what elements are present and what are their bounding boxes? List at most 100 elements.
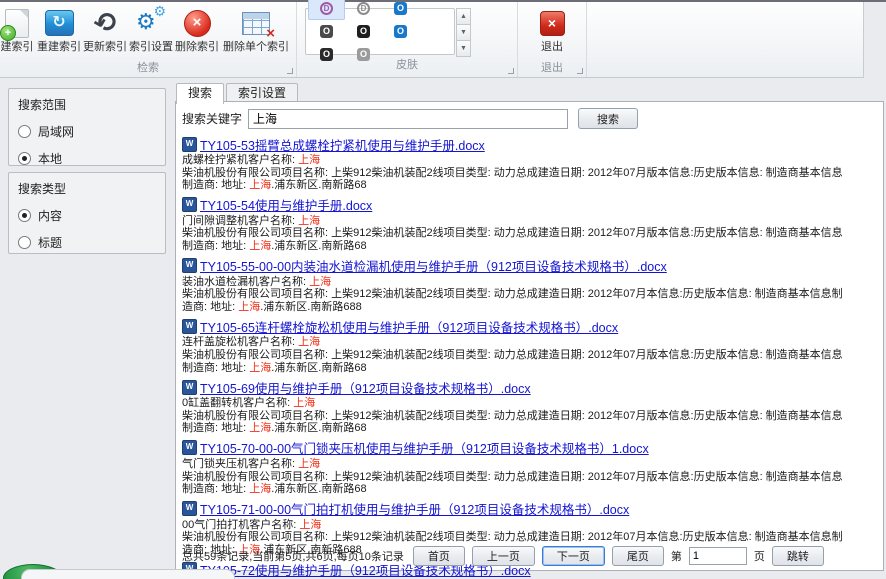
keyword-highlight: 上海 bbox=[249, 483, 271, 495]
page-prefix-label: 第 bbox=[671, 548, 682, 564]
skin-blue-clock[interactable]: O bbox=[382, 0, 419, 20]
search-panel: 搜索关键字 搜索 WTY105-53摇臂总成螺栓拧紧机使用与维护手册.docx成… bbox=[175, 101, 884, 571]
search-result-item: WTY105-70-00-00气门锁夹压机使用与维护手册（912项目设备技术规格… bbox=[182, 440, 879, 496]
keyword-highlight: 上海 bbox=[249, 179, 271, 191]
result-link[interactable]: TY105-53摇臂总成螺栓拧紧机使用与维护手册.docx bbox=[200, 135, 485, 154]
skin-thumbnail-icon: O bbox=[394, 25, 407, 38]
result-description-line: 0缸盖翻转机客户名称: 上海 bbox=[182, 397, 879, 410]
search-type-title: 搜索类型 bbox=[18, 180, 156, 197]
page-suffix-label: 页 bbox=[754, 548, 765, 564]
skin-thumbnail-icon: O bbox=[357, 25, 370, 38]
word-doc-icon: W bbox=[182, 440, 197, 455]
result-link[interactable]: TY105-70-00-00气门锁夹压机使用与维护手册（912项目设备技术规格书… bbox=[200, 438, 649, 457]
skin-gallery-box: DDOOOOOO bbox=[305, 8, 455, 55]
search-scope-group: 搜索范围 局域网 本地 bbox=[8, 88, 166, 166]
result-link[interactable]: TY105-65连杆螺栓旋松机使用与维护手册（912项目设备技术规格书）.doc… bbox=[200, 317, 618, 336]
keyword-highlight: 上海 bbox=[238, 301, 260, 313]
pagination-bar: 总共59条记录,当前第5页,共6页,每页10条记录 首页 上一页 下一页 尾页 … bbox=[182, 546, 824, 566]
word-doc-icon: W bbox=[182, 380, 197, 395]
result-description-line: 制造商: 地址: 上海.浦东新区.南新路68 bbox=[182, 179, 879, 192]
group-label-skin: 皮肤 bbox=[299, 57, 515, 74]
skin-thumbnail-icon: O bbox=[394, 2, 407, 15]
delete-index-icon: × bbox=[184, 5, 211, 41]
radio-circle bbox=[18, 236, 31, 249]
radio-lan[interactable]: 局域网 bbox=[18, 123, 156, 140]
search-type-group: 搜索类型 内容 标题 bbox=[8, 172, 166, 254]
keyword-highlight: 上海 bbox=[249, 422, 271, 434]
rebuild-index-button[interactable]: ↻ 重建索引 bbox=[36, 3, 82, 54]
group-corner-mark bbox=[577, 68, 583, 74]
search-result-item: WTY105-65连杆螺栓旋松机使用与维护手册（912项目设备技术规格书）.do… bbox=[182, 318, 879, 374]
tab-search[interactable]: 搜索 bbox=[176, 83, 224, 104]
create-index-button[interactable]: + 建索引 bbox=[0, 3, 36, 54]
result-description-line: 柴油机股份有限公司项目名称: 上柴912柴油机装配2线项目类型: 动力总成建造日… bbox=[182, 227, 879, 240]
result-description-line: 00气门拍打机客户名称: 上海 bbox=[182, 519, 879, 532]
keyword-highlight: 上海 bbox=[298, 215, 320, 227]
last-page-button[interactable]: 尾页 bbox=[612, 546, 664, 566]
keyword-highlight: 上海 bbox=[298, 458, 320, 470]
word-doc-icon: W bbox=[182, 319, 197, 334]
ribbon-group-exit: × 退出 退出 bbox=[518, 2, 587, 77]
jump-button[interactable]: 跳转 bbox=[772, 546, 824, 566]
rebuild-index-icon: ↻ bbox=[45, 5, 74, 41]
exit-button[interactable]: × 退出 bbox=[529, 3, 575, 54]
result-description-line: 制造商: 地址: 上海.浦东新区.南新路68 bbox=[182, 362, 879, 375]
first-page-button[interactable]: 首页 bbox=[413, 546, 465, 566]
result-link[interactable]: TY105-55-00-00内装油水道检漏机使用与维护手册（912项目设备技术规… bbox=[200, 256, 667, 275]
result-description-line: 门间隙调整机客户名称: 上海 bbox=[182, 215, 879, 228]
search-scope-title: 搜索范围 bbox=[18, 96, 156, 113]
result-link[interactable]: TY105-69使用与维护手册（912项目设备技术规格书）.docx bbox=[200, 378, 531, 397]
result-description-line: 装油水道检漏机客户名称: 上海 bbox=[182, 276, 879, 289]
keyword-highlight: 上海 bbox=[298, 336, 320, 348]
skin-dark-clock-outline[interactable]: O bbox=[308, 20, 345, 43]
result-link[interactable]: TY105-54使用与维护手册.docx bbox=[200, 195, 372, 214]
keyword-highlight: 上海 bbox=[249, 362, 271, 374]
result-description-line: 柴油机股份有限公司项目名称: 上柴912柴油机装配2线项目类型: 动力总成建造日… bbox=[182, 410, 879, 423]
word-doc-icon: W bbox=[182, 197, 197, 212]
result-description-line: 制造商: 地址: 上海.浦东新区.南新路68 bbox=[182, 422, 879, 435]
result-description-line: 成螺栓拧紧机客户名称: 上海 bbox=[182, 154, 879, 167]
gallery-up-arrow[interactable]: ▲ bbox=[456, 8, 471, 25]
search-row: 搜索关键字 搜索 bbox=[182, 108, 879, 129]
search-button[interactable]: 搜索 bbox=[578, 108, 638, 129]
index-buttons: + 建索引 ↻ 重建索引 ⟲ 更新索引 ⚙⚙ 索引设置 × 删除索引 bbox=[2, 3, 294, 60]
gallery-down-arrow[interactable]: ▼ bbox=[456, 25, 471, 41]
page-number-input[interactable] bbox=[689, 547, 747, 565]
result-description-line: 柴油机股份有限公司项目名称: 上柴912柴油机装配2线项目类型: 动力总成建造日… bbox=[182, 288, 879, 301]
result-description-line: 连杆盖旋松机客户名称: 上海 bbox=[182, 336, 879, 349]
update-index-icon: ⟲ bbox=[94, 5, 117, 41]
skin-thumbnail-icon: D bbox=[357, 2, 370, 15]
app-window: + 建索引 ↻ 重建索引 ⟲ 更新索引 ⚙⚙ 索引设置 × 删除索引 bbox=[0, 0, 886, 579]
keyword-highlight: 上海 bbox=[249, 240, 271, 252]
delete-index-button[interactable]: × 删除索引 bbox=[174, 3, 220, 54]
next-page-button[interactable]: 下一页 bbox=[542, 546, 605, 566]
word-doc-icon: W bbox=[182, 258, 197, 273]
search-input[interactable] bbox=[248, 109, 568, 129]
gallery-more-arrow[interactable]: ▼ bbox=[456, 41, 471, 57]
group-corner-mark bbox=[287, 68, 293, 74]
tab-bar: 搜索 索引设置 bbox=[176, 83, 884, 102]
sidebar: 搜索范围 局域网 本地 搜索类型 内容 标题 bbox=[8, 88, 166, 260]
skin-thumbnail-icon: O bbox=[320, 25, 333, 38]
radio-local[interactable]: 本地 bbox=[18, 150, 156, 167]
ribbon: + 建索引 ↻ 重建索引 ⟲ 更新索引 ⚙⚙ 索引设置 × 删除索引 bbox=[0, 2, 864, 78]
delete-single-index-button[interactable]: × 删除单个索引 bbox=[220, 3, 292, 54]
update-index-button[interactable]: ⟲ 更新索引 bbox=[82, 3, 128, 54]
result-description-line: 柴油机股份有限公司项目名称: 上柴912柴油机装配2线项目类型: 动力总成建造日… bbox=[182, 167, 879, 180]
keyword-highlight: 上海 bbox=[293, 397, 315, 409]
skin-blue-office[interactable]: O bbox=[382, 20, 419, 43]
prev-page-button[interactable]: 上一页 bbox=[472, 546, 535, 566]
skin-thumbnail-icon: D bbox=[320, 2, 333, 15]
radio-title[interactable]: 标题 bbox=[18, 234, 156, 251]
search-result-item: WTY105-53摇臂总成螺栓拧紧机使用与维护手册.docx成螺栓拧紧机客户名称… bbox=[182, 136, 879, 192]
group-label-index: 检索 bbox=[2, 60, 294, 77]
skin-purple-ring[interactable]: D bbox=[308, 0, 345, 20]
gears-icon: ⚙⚙ bbox=[136, 5, 166, 41]
result-link[interactable]: TY105-71-00-00气门拍打机使用与维护手册（912项目设备技术规格书）… bbox=[200, 499, 629, 518]
search-result-item: WTY105-54使用与维护手册.docx门间隙调整机客户名称: 上海柴油机股份… bbox=[182, 197, 879, 253]
index-settings-button[interactable]: ⚙⚙ 索引设置 bbox=[128, 3, 174, 54]
tab-index-settings[interactable]: 索引设置 bbox=[226, 83, 298, 102]
skin-gray-ring[interactable]: D bbox=[345, 0, 382, 20]
radio-content[interactable]: 内容 bbox=[18, 207, 156, 224]
skin-black-clock[interactable]: O bbox=[345, 20, 382, 43]
